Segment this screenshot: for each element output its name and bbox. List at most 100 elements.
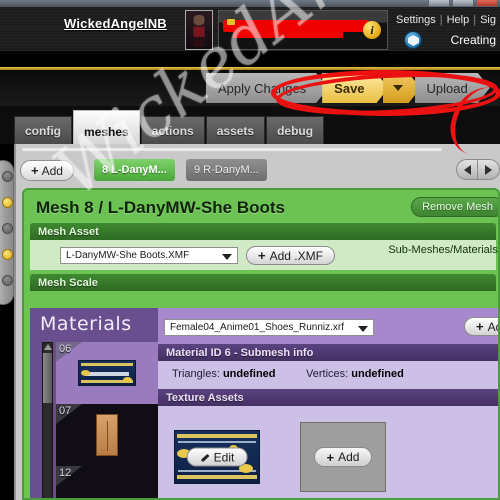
materials-toolbar: Female04_Anime01_Shoes_Runniz.xrf + Add …	[158, 308, 498, 344]
add-mesh-label: Add	[41, 163, 63, 178]
left-toolbar[interactable]	[0, 160, 14, 305]
horizontal-scrollbar[interactable]	[22, 148, 442, 151]
header-gap	[0, 52, 500, 67]
add-xmf-button[interactable]: + Add .XMF	[246, 246, 335, 265]
plus-icon: +	[326, 449, 335, 465]
mesh-chip-8[interactable]: 8 L-DanyM...	[94, 159, 175, 181]
remove-mesh-button[interactable]: Remove Mesh	[411, 197, 498, 217]
texture-asset-cell[interactable]: Edit	[174, 430, 260, 484]
triangles-value: undefined	[222, 368, 276, 380]
tab-actions[interactable]: actions	[140, 116, 205, 144]
settings-link[interactable]: Settings	[396, 14, 436, 26]
minimize-button[interactable]	[428, 0, 450, 7]
mesh-asset-select[interactable]: L-DanyMW-She Boots.XMF	[60, 247, 238, 264]
nav-prev-button[interactable]	[456, 159, 478, 180]
texture-band	[177, 475, 257, 479]
thumb-seam	[107, 421, 108, 451]
signin-link[interactable]: Sig	[480, 14, 496, 26]
mesh-chip-9[interactable]: 9 R-DanyM...	[186, 159, 267, 181]
close-button[interactable]	[476, 0, 498, 7]
material-select-value: Female04_Anime01_Shoes_Runniz.xrf	[170, 322, 344, 333]
redaction-accent	[227, 19, 235, 25]
thumb-blob	[81, 370, 90, 376]
list-item[interactable]: 07	[56, 404, 158, 466]
vertices-label: Vertices:	[306, 368, 349, 380]
add-xrf-button[interactable]: + Add .XR	[464, 317, 498, 336]
texture-band	[177, 434, 257, 438]
username-link[interactable]: WickedAngelNB	[64, 16, 167, 31]
tab-debug[interactable]: debug	[266, 116, 325, 144]
upload-button[interactable]: Upload	[415, 73, 490, 103]
add-texture-cell[interactable]: + Add	[300, 422, 386, 492]
tool-button-3[interactable]	[2, 223, 13, 234]
pencil-icon	[200, 452, 210, 462]
action-chevron-group: Apply Changes Save Upload	[206, 73, 484, 103]
vertices-stat: Vertices: undefined	[306, 368, 404, 380]
plus-icon: +	[258, 248, 266, 263]
tab-list: config meshes actions assets debug	[14, 110, 325, 144]
tool-button-5[interactable]	[2, 275, 13, 286]
material-id-label: 07	[59, 405, 72, 417]
tab-meshes[interactable]: meshes	[73, 110, 140, 144]
chevron-right-icon	[485, 164, 492, 175]
list-item[interactable]: 06	[56, 342, 158, 404]
materials-panel: Materials 06 07 12 Female04_Anime01_Shoe…	[30, 308, 498, 498]
app-root: WickedAngelNB i Settings | Help | Sig Creati…	[0, 0, 500, 500]
materials-content: Female04_Anime01_Shoes_Runniz.xrf + Add …	[158, 308, 498, 498]
site-header: WickedAngelNB i Settings | Help | Sig Creati…	[0, 7, 500, 52]
cube-icon[interactable]	[404, 31, 422, 49]
tool-button-4[interactable]	[2, 249, 13, 260]
action-bar: Apply Changes Save Upload	[0, 70, 500, 106]
chevron-left-icon	[463, 164, 471, 175]
scroll-up-icon[interactable]	[44, 344, 52, 350]
material-thumbnail	[78, 360, 136, 386]
tab-config[interactable]: config	[14, 116, 72, 144]
header-links: Settings | Help | Sig	[396, 14, 496, 26]
avatar[interactable]	[185, 10, 213, 50]
scrollbar-thumb[interactable]	[43, 353, 52, 403]
plus-icon: +	[476, 319, 484, 334]
texture-assets-header: Texture Assets	[158, 389, 498, 406]
material-select[interactable]: Female04_Anime01_Shoes_Runniz.xrf	[164, 319, 374, 336]
redacted-banner: i	[218, 10, 388, 50]
edit-texture-button[interactable]: Edit	[186, 447, 248, 467]
tool-button-1[interactable]	[2, 171, 13, 182]
add-texture-button[interactable]: + Add	[313, 447, 373, 467]
list-item[interactable]: 12	[56, 466, 158, 498]
submesh-count: Sub-Meshes/Materials: 5	[388, 244, 498, 256]
nav-next-button[interactable]	[478, 159, 500, 180]
material-id-label: 12	[59, 467, 72, 479]
mesh-title: Mesh 8 / L-DanyMW-She Boots	[36, 198, 286, 217]
materials-list: 06 07 12	[56, 342, 158, 498]
chevron-down-icon	[222, 254, 232, 260]
mesh-nav-arrows	[456, 159, 500, 180]
texture-assets-body: Edit + Add	[158, 406, 498, 498]
plus-icon: +	[31, 163, 39, 178]
apply-changes-button[interactable]: Apply Changes	[206, 73, 328, 103]
submesh-info-header: Material ID 6 - Submesh info	[158, 344, 498, 361]
add-texture-label: Add	[338, 450, 360, 464]
chevron-down-icon	[358, 326, 368, 332]
help-link[interactable]: Help	[447, 14, 470, 26]
tool-button-2[interactable]	[2, 197, 13, 208]
mode-label: Creating	[450, 33, 496, 47]
link-separator-2: |	[473, 14, 477, 26]
vertices-value: undefined	[351, 368, 404, 380]
mesh-panel: Mesh 8 / L-DanyMW-She Boots Remove Mesh …	[22, 188, 500, 500]
materials-title: Materials	[40, 313, 132, 335]
add-mesh-button[interactable]: + Add	[20, 160, 74, 181]
tabs-row: config meshes actions assets debug	[0, 106, 500, 144]
tab-assets[interactable]: assets	[205, 116, 266, 144]
thumb-strip	[85, 372, 129, 376]
maximize-button[interactable]	[452, 0, 474, 7]
triangles-stat: Triangles: undefined	[172, 368, 276, 380]
mesh-asset-section-header: Mesh Asset	[30, 223, 496, 240]
add-xrf-label: Add .XR	[487, 319, 498, 334]
redaction-bar-2	[233, 30, 343, 38]
info-icon[interactable]: i	[363, 21, 381, 39]
materials-scrollbar[interactable]	[42, 342, 53, 498]
save-button[interactable]: Save	[322, 73, 388, 103]
avatar-figure	[193, 15, 205, 47]
window-chrome-bar	[0, 0, 500, 7]
window-controls[interactable]	[428, 0, 498, 7]
